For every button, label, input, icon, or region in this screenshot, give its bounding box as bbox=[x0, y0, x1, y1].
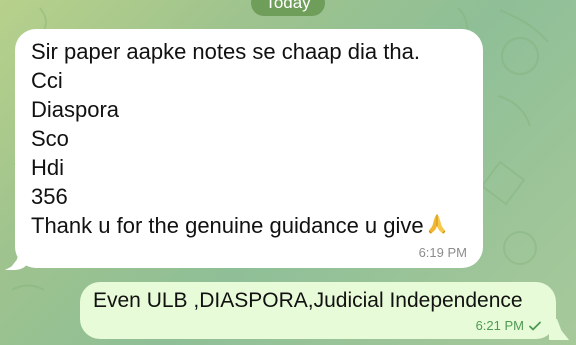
incoming-message-time: 6:19 PM bbox=[418, 245, 467, 260]
message-line: Sir paper aapke notes se chaap dia tha. bbox=[31, 39, 420, 64]
check-icon bbox=[529, 321, 541, 330]
outgoing-message-meta: 6:21 PM bbox=[476, 318, 542, 333]
message-line-with-emoji: Thank u for the genuine guidance u give bbox=[31, 211, 467, 240]
message-line: Cci bbox=[31, 68, 63, 93]
message-line-text: Thank u for the genuine guidance u give bbox=[31, 213, 424, 238]
date-divider: Today bbox=[251, 0, 325, 16]
outgoing-message-text: Even ULB ,DIASPORA,Judicial Independence bbox=[93, 289, 523, 312]
message-line: 356 bbox=[31, 184, 68, 209]
incoming-message-bubble[interactable]: Sir paper aapke notes se chaap dia tha. … bbox=[15, 29, 483, 268]
message-line: Hdi bbox=[31, 155, 65, 180]
incoming-message-text: Sir paper aapke notes se chaap dia tha. … bbox=[31, 37, 467, 240]
folded-hands-icon bbox=[428, 214, 445, 234]
outgoing-message-bubble[interactable]: Even ULB ,DIASPORA,Judicial Independence… bbox=[80, 282, 556, 339]
message-line: Diaspora bbox=[31, 97, 120, 122]
message-line: Sco bbox=[31, 126, 69, 151]
outgoing-message-time: 6:21 PM bbox=[475, 318, 524, 333]
